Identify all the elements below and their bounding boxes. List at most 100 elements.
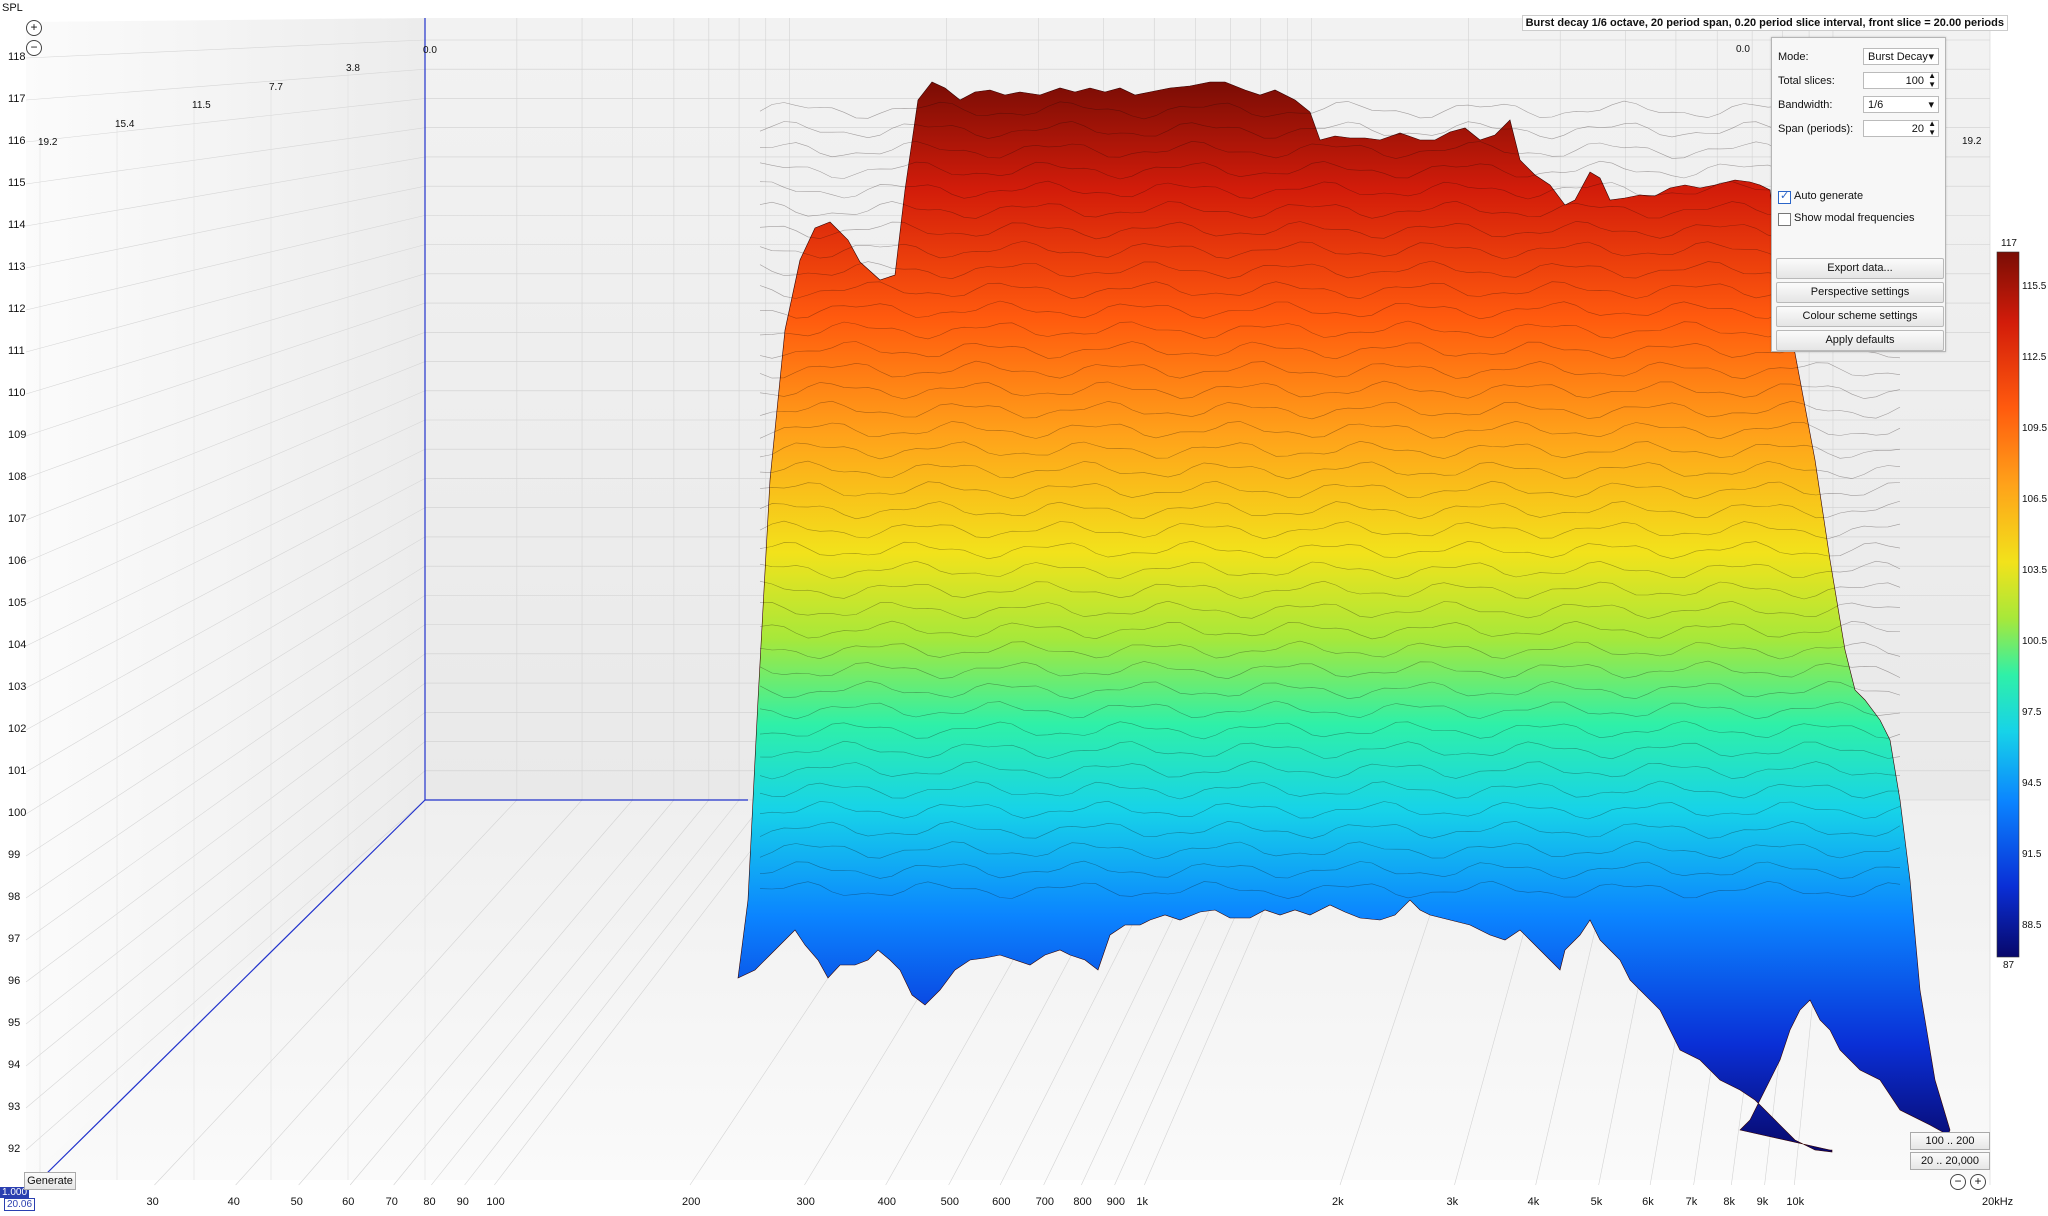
range-100-200-button[interactable]: 100 .. 200	[1910, 1132, 1990, 1150]
colorbar-tick-label: 112.5	[2022, 352, 2047, 363]
y-tick-label: 113	[8, 261, 26, 273]
x-tick-label: 600	[992, 1196, 1011, 1208]
show-modal-label: Show modal frequencies	[1794, 212, 1915, 224]
bandwidth-label: Bandwidth:	[1778, 99, 1833, 111]
y-tick-label: 109	[8, 429, 27, 441]
y-tick-label: 116	[8, 135, 26, 147]
y-tick-label: 95	[8, 1017, 21, 1029]
slices-input[interactable]: 100 ▲ ▼	[1863, 71, 1939, 89]
y-tick-label: 103	[8, 681, 27, 693]
y-tick-label: 110	[8, 387, 26, 399]
depth-tick-label: 15.4	[115, 118, 135, 130]
y-tick-label: 114	[8, 219, 26, 231]
x-tick-label: 100	[486, 1196, 505, 1208]
colorbar-tick-label: 88.5	[2022, 920, 2042, 931]
x-tick-label: 6k	[1642, 1196, 1654, 1208]
spinner-icon[interactable]: ▲ ▼	[1928, 119, 1936, 137]
y-tick-label: 112	[8, 303, 26, 315]
slices-value: 100	[1905, 75, 1924, 87]
colorbar-tick-label: 109.5	[2022, 423, 2047, 434]
y-tick-label: 93	[8, 1101, 21, 1113]
colorbar-max: 117	[2001, 238, 2017, 249]
colorbar-tick-label: 100.5	[2022, 636, 2047, 647]
chevron-down-icon: ▾	[1928, 51, 1934, 63]
y-tick-label: 97	[8, 933, 21, 945]
x-tick-label: 900	[1106, 1196, 1125, 1208]
waterfall-controls-panel: Mode: Burst Decay ▾ Total slices: 100 ▲ ▼…	[1771, 37, 1946, 352]
span-label: Span (periods):	[1778, 123, 1854, 135]
depth-tick-label: 0.0	[423, 45, 437, 56]
depth-tick-label: 0.0	[1736, 44, 1750, 55]
x-tick-label: 4k	[1527, 1196, 1540, 1208]
x-tick-label: 80	[423, 1196, 436, 1208]
x-tick-label: 800	[1073, 1196, 1092, 1208]
info-banner: Burst decay 1/6 octave, 20 period span, …	[1521, 15, 2008, 31]
x-tick-label: 400	[877, 1196, 897, 1208]
x-tick-label: 3k	[1446, 1196, 1459, 1208]
colorbar	[1996, 251, 2020, 958]
y-tick-label: 111	[8, 345, 25, 357]
colorbar-min: 87	[2003, 960, 2015, 971]
depth-tick-label: 19.2	[1962, 136, 1982, 147]
perspective-settings-button[interactable]: Perspective settings	[1776, 282, 1944, 303]
y-tick-label: 107	[8, 513, 27, 525]
auto-generate-label: Auto generate	[1794, 190, 1864, 202]
range-full-button[interactable]: 20 .. 20,000	[1910, 1152, 1990, 1170]
y-tick-label: 99	[8, 849, 21, 861]
chevron-down-icon: ▾	[1928, 99, 1934, 111]
x-tick-label: 20kHz	[1982, 1196, 2014, 1208]
auto-generate-checkbox[interactable]: ✓	[1778, 190, 1791, 204]
apply-defaults-button[interactable]: Apply defaults	[1776, 330, 1944, 351]
y-tick-label: 106	[8, 555, 27, 567]
depth-tick-label: 3.8	[346, 63, 360, 75]
colorbar-tick-label: 115.5	[2022, 281, 2047, 292]
mode-label: Mode:	[1778, 51, 1809, 63]
x-tick-label: 7k	[1685, 1196, 1698, 1208]
x-tick-label: 90	[456, 1196, 469, 1208]
colorbar-tick-label: 91.5	[2022, 849, 2042, 860]
y-tick-label: 105	[8, 597, 27, 609]
y-tick-label: 98	[8, 891, 21, 903]
export-data-button[interactable]: Export data...	[1776, 258, 1944, 279]
span-input[interactable]: 20 ▲ ▼	[1863, 119, 1939, 137]
generate-button[interactable]: Generate	[24, 1172, 76, 1190]
x-zoom-in-icon[interactable]: +	[1970, 1174, 1986, 1190]
colorbar-tick-label: 97.5	[2022, 707, 2042, 718]
x-tick-label: 8k	[1723, 1196, 1735, 1208]
y-tick-label: 92	[8, 1143, 21, 1155]
mode-value: Burst Decay	[1868, 51, 1928, 63]
zoom-out-icon[interactable]: −	[26, 40, 42, 56]
y-axis-title: SPL	[2, 2, 23, 14]
y-tick-label: 117	[8, 93, 26, 105]
y-tick-label: 94	[8, 1059, 21, 1071]
y-tick-label: 115	[8, 177, 26, 189]
y-tick-label: 104	[8, 639, 27, 651]
waterfall-plot[interactable]: 115.5 112.5 109.5 106.5 103.5 100.5 97.5 94.5 91…	[0, 0, 2048, 1216]
colorbar-tick-label: 106.5	[2022, 494, 2047, 505]
corner-value-2: 20.06	[4, 1198, 36, 1211]
x-tick-label: 300	[796, 1196, 815, 1208]
bandwidth-select[interactable]: 1/6 ▾	[1863, 96, 1939, 113]
x-tick-label: 30	[146, 1196, 159, 1208]
x-tick-label: 500	[940, 1196, 960, 1208]
x-tick-label: 9k	[1756, 1196, 1769, 1208]
x-tick-label: 200	[682, 1196, 701, 1208]
x-tick-label: 5k	[1590, 1196, 1603, 1208]
mode-select[interactable]: Burst Decay ▾	[1863, 48, 1939, 65]
depth-tick-label: 7.7	[269, 81, 283, 93]
slices-label: Total slices:	[1778, 75, 1835, 87]
x-tick-label: 10k	[1786, 1196, 1805, 1208]
x-tick-label: 60	[342, 1196, 355, 1208]
show-modal-checkbox[interactable]	[1778, 213, 1791, 226]
colorbar-ticks: 115.5 112.5 109.5 106.5 103.5 100.5 97.5 94.5 91…	[2022, 281, 2047, 931]
y-tick-label: 102	[8, 723, 27, 735]
span-value: 20	[1911, 123, 1924, 135]
x-zoom-out-icon[interactable]: −	[1950, 1174, 1966, 1190]
colour-scheme-settings-button[interactable]: Colour scheme settings	[1776, 306, 1944, 327]
x-tick-label: 1k	[1136, 1196, 1148, 1208]
colorbar-tick-label: 94.5	[2022, 778, 2042, 789]
colorbar-tick-label: 103.5	[2022, 565, 2047, 576]
x-tick-label: 700	[1035, 1196, 1054, 1208]
spinner-icon[interactable]: ▲ ▼	[1928, 71, 1936, 89]
zoom-in-icon[interactable]: +	[26, 20, 42, 36]
